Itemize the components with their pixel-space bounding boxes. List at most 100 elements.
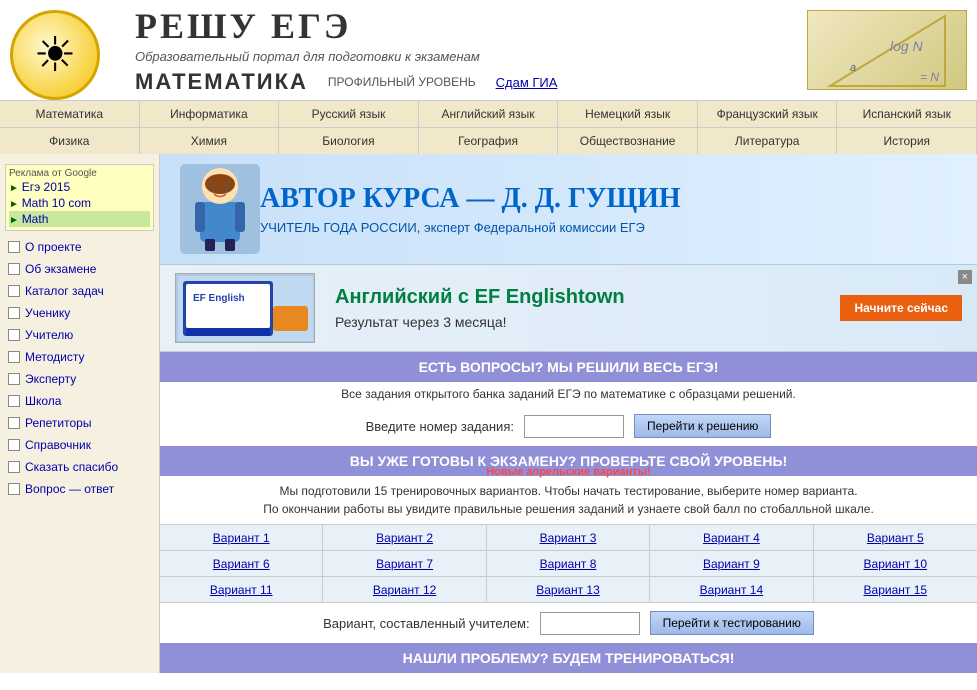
eng-banner-image: EF English (175, 273, 315, 343)
eng-banner-text: Английский с EF Englishtown Результат че… (335, 286, 825, 330)
variant-link-7[interactable]: Вариант 7 (376, 557, 433, 571)
header-text: РЕШУ ЕГЭ Образовательный портал для подг… (135, 5, 807, 95)
checkbox-katalog (8, 285, 20, 297)
nav-french[interactable]: Французский язык (698, 101, 838, 127)
sidebar-item-repetitory[interactable]: Репетиторы (0, 412, 159, 434)
variant-cell-5: Вариант 5 (814, 525, 977, 551)
svg-text:a: a (850, 62, 856, 74)
variant-cell-1: Вариант 1 (160, 525, 323, 551)
variant-link-5[interactable]: Вариант 5 (867, 531, 924, 545)
site-subtitle: Образовательный портал для подготовки к … (135, 49, 807, 64)
sidebar-item-o-proekte[interactable]: О проекте (0, 236, 159, 258)
logo: ☀ (10, 10, 120, 90)
nav-spanish[interactable]: Испанский язык (837, 101, 977, 127)
sidebar-item-uchitelyu[interactable]: Учителю (0, 324, 159, 346)
variant-link-14[interactable]: Вариант 14 (700, 583, 764, 597)
nav-khimiya[interactable]: Химия (140, 128, 280, 154)
svg-text:= N: = N (920, 70, 939, 84)
sidebar-item-ekspertu[interactable]: Эксперту (0, 368, 159, 390)
logo-circle: ☀ (10, 10, 100, 100)
variant-link-6[interactable]: Вариант 6 (213, 557, 270, 571)
sidebar-ads: Реклама от Google Егэ 2015 Math 10 com M… (5, 164, 154, 231)
author-text: АВТОР КУРСА — Д. Д. ГУЩИН УЧИТЕЛЬ ГОДА Р… (260, 183, 681, 235)
variants-header: ВЫ УЖЕ ГОТОВЫ К ЭКЗАМЕНУ? ПРОВЕРЬТЕ СВОЙ… (160, 446, 977, 476)
nav-fizika[interactable]: Физика (0, 128, 140, 154)
variant-link-15[interactable]: Вариант 15 (864, 583, 928, 597)
bottom-header: НАШЛИ ПРОБЛЕМУ? БУДЕМ ТРЕНИРОВАТЬСЯ! (160, 643, 977, 673)
sidebar-item-metodistu[interactable]: Методисту (0, 346, 159, 368)
eng-banner-title: Английский с EF Englishtown (335, 286, 825, 309)
variant-cell-6: Вариант 6 (160, 551, 323, 577)
variant-link-13[interactable]: Вариант 13 (536, 583, 600, 597)
variant-link-2[interactable]: Вариант 2 (376, 531, 433, 545)
variant-link-12[interactable]: Вариант 12 (373, 583, 437, 597)
variant-link-10[interactable]: Вариант 10 (864, 557, 928, 571)
eng-banner: EF English Английский с EF Englishtown Р… (160, 265, 977, 352)
variants-grid: Вариант 1 Вариант 2 Вариант 3 Вариант 4 … (160, 524, 977, 603)
site-title: РЕШУ ЕГЭ (135, 5, 807, 47)
sidebar-item-ucheniku[interactable]: Ученику (0, 302, 159, 324)
header-math: МАТЕМАТИКА ПРОФИЛЬНЫЙ УРОВЕНЬ Сдам ГИА (135, 69, 807, 95)
nav-geografiya[interactable]: География (419, 128, 559, 154)
variant-cell-7: Вариант 7 (323, 551, 486, 577)
ad-link-math[interactable]: Math (9, 211, 150, 227)
teacher-variant-button[interactable]: Перейти к тестированию (650, 611, 814, 635)
nav-istoriya[interactable]: История (837, 128, 977, 154)
variant-link-1[interactable]: Вариант 1 (213, 531, 270, 545)
teacher-variant-input[interactable] (540, 612, 640, 635)
nav-biologiya[interactable]: Биология (279, 128, 419, 154)
nav-informatika[interactable]: Информатика (140, 101, 280, 127)
variant-link-8[interactable]: Вариант 8 (540, 557, 597, 571)
variants-new-label: Новые апрельские варианты! (486, 466, 650, 478)
math-title: МАТЕМАТИКА (135, 69, 308, 95)
main-layout: Реклама от Google Егэ 2015 Math 10 com M… (0, 154, 977, 673)
svg-text:log N: log N (890, 38, 924, 54)
math-level: ПРОФИЛЬНЫЙ УРОВЕНЬ (328, 75, 476, 89)
variant-cell-10: Вариант 10 (814, 551, 977, 577)
sidebar: Реклама от Google Егэ 2015 Math 10 com M… (0, 154, 160, 673)
sidebar-item-spravochnik[interactable]: Справочник (0, 434, 159, 456)
variants-desc: Мы подготовили 15 тренировочных варианто… (160, 476, 977, 524)
variant-link-3[interactable]: Вариант 3 (540, 531, 597, 545)
task-go-button[interactable]: Перейти к решению (634, 414, 771, 438)
header: ☀ РЕШУ ЕГЭ Образовательный портал для по… (0, 0, 977, 101)
eng-close-button[interactable]: × (958, 270, 972, 284)
variant-link-11[interactable]: Вариант 11 (210, 583, 273, 597)
variant-link-9[interactable]: Вариант 9 (703, 557, 760, 571)
sidebar-item-spasibo[interactable]: Сказать спасибо (0, 456, 159, 478)
sidebar-item-shkola[interactable]: Школа (0, 390, 159, 412)
checkbox-o-proekte (8, 241, 20, 253)
variant-teacher-row: Вариант, составленный учителем: Перейти … (160, 603, 977, 643)
author-title: УЧИТЕЛЬ ГОДА РОССИИ, эксперт Федеральной… (260, 220, 681, 235)
variant-cell-3: Вариант 3 (487, 525, 650, 551)
author-banner: АВТОР КУРСА — Д. Д. ГУЩИН УЧИТЕЛЬ ГОДА Р… (160, 154, 977, 265)
author-name: АВТОР КУРСА — Д. Д. ГУЩИН (260, 183, 681, 215)
sidebar-item-katalog[interactable]: Каталог задач (0, 280, 159, 302)
checkbox-metodistu (8, 351, 20, 363)
teacher-label: Вариант, составленный учителем: (323, 616, 529, 631)
nav-russkiy[interactable]: Русский язык (279, 101, 419, 127)
checkbox-ob-ekzamene (8, 263, 20, 275)
nav-german[interactable]: Немецкий язык (558, 101, 698, 127)
task-label: Введите номер задания: (366, 419, 514, 434)
nav-matematika[interactable]: Математика (0, 101, 140, 127)
checkbox-vopros (8, 483, 20, 495)
svg-text:EF English: EF English (193, 293, 245, 304)
eng-banner-button[interactable]: Начните сейчас (840, 295, 962, 321)
sidebar-item-ob-ekzamene[interactable]: Об экзамене (0, 258, 159, 280)
gia-link[interactable]: Сдам ГИА (496, 75, 558, 90)
checkbox-spasibo (8, 461, 20, 473)
ad-link-math10[interactable]: Math 10 com (9, 195, 150, 211)
variant-cell-13: Вариант 13 (487, 577, 650, 603)
nav-english[interactable]: Английский язык (419, 101, 559, 127)
ad-link-ege[interactable]: Егэ 2015 (9, 179, 150, 195)
nav-bottom: Физика Химия Биология География Общество… (0, 127, 977, 154)
nav-obschestvoznanie[interactable]: Обществознание (558, 128, 698, 154)
checkbox-uchitelyu (8, 329, 20, 341)
variant-link-4[interactable]: Вариант 4 (703, 531, 760, 545)
questions-header: ЕСТЬ ВОПРОСЫ? МЫ РЕШИЛИ ВЕСЬ ЕГЭ! (160, 352, 977, 382)
nav-literatura[interactable]: Литература (698, 128, 838, 154)
checkbox-ucheniku (8, 307, 20, 319)
sidebar-item-vopros[interactable]: Вопрос — ответ (0, 478, 159, 500)
task-number-input[interactable] (524, 415, 624, 438)
